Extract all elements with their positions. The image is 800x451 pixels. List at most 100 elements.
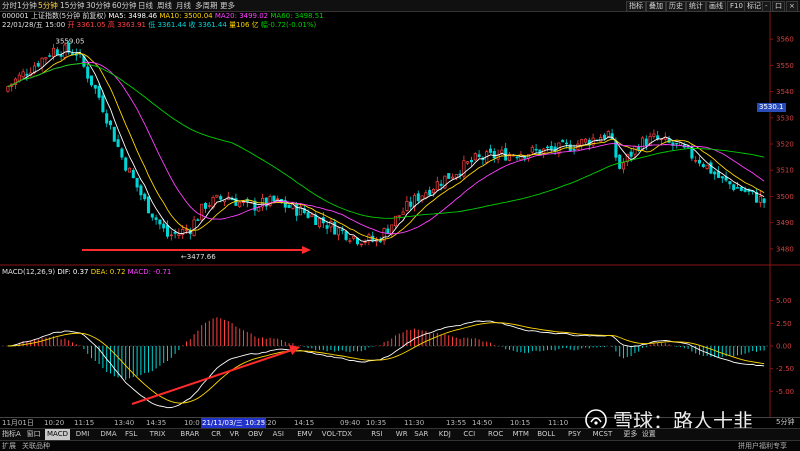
indicator-tab-2[interactable]: MACD bbox=[45, 429, 70, 440]
candle-body bbox=[352, 235, 356, 239]
period-10-button[interactable]: 更多 bbox=[220, 0, 235, 11]
indicator-tab-11[interactable]: ASI bbox=[273, 429, 284, 440]
period-1-button[interactable]: 1分钟 bbox=[17, 0, 37, 11]
indicator-tab-4[interactable]: DMA bbox=[100, 429, 116, 440]
period-6-button[interactable]: 日线 bbox=[138, 0, 153, 11]
indicator-tab-17[interactable]: KDJ bbox=[439, 429, 451, 440]
bar-datetime: 22/01/28/五 15:00 bbox=[2, 21, 66, 29]
indicator-tab-8[interactable]: CR bbox=[211, 429, 221, 440]
indicator-tab-20[interactable]: MTM bbox=[513, 429, 529, 440]
time-tick-label: 11:30 bbox=[404, 419, 425, 427]
candle-body bbox=[488, 148, 493, 153]
indicator-tab-21[interactable]: BOLL bbox=[537, 429, 555, 440]
price-tick-label: 3520 bbox=[776, 141, 794, 149]
candle-body bbox=[295, 203, 299, 216]
macd-dif: DIF: 0.37 bbox=[57, 268, 89, 276]
period-4-button[interactable]: 30分钟 bbox=[86, 0, 111, 11]
toolbar-right-button-8[interactable]: 口 bbox=[772, 1, 785, 12]
current-price-tag: 3530.1 bbox=[757, 103, 786, 112]
candle-body bbox=[580, 139, 584, 147]
toolbar-right-button-2[interactable]: 历史 bbox=[666, 1, 686, 12]
candle-body bbox=[762, 198, 766, 203]
toolbar-right-button-6[interactable]: 标记 bbox=[744, 1, 764, 12]
indicator-tab-18[interactable]: CCI bbox=[463, 429, 475, 440]
indicator-tab-13[interactable]: VOL-TDX bbox=[322, 429, 352, 440]
period-7-button[interactable]: 周线 bbox=[157, 0, 172, 11]
candle-body bbox=[621, 162, 626, 170]
candle-body bbox=[606, 131, 610, 137]
indicator-tab-7[interactable]: BRAR bbox=[180, 429, 199, 440]
indicator-tab-14[interactable]: RSI bbox=[371, 429, 382, 440]
candle-body bbox=[743, 189, 747, 192]
indicator-tab-15[interactable]: WR bbox=[396, 429, 408, 440]
candle-body bbox=[629, 151, 633, 157]
candle-body bbox=[219, 196, 223, 200]
macd-tick-label: 5.00 bbox=[776, 297, 792, 305]
indicator-tab-23[interactable]: MCST bbox=[593, 429, 613, 440]
macd-title[interactable]: MACD(12,26,9) bbox=[2, 268, 55, 276]
period-9-button[interactable]: 多周期 bbox=[195, 0, 218, 11]
candle-body bbox=[439, 183, 443, 186]
candle-body bbox=[21, 71, 25, 78]
candle-body bbox=[162, 223, 166, 229]
candle-body bbox=[314, 214, 318, 225]
candle-body bbox=[618, 154, 622, 169]
candle-body bbox=[633, 146, 637, 155]
indicator-tab-10[interactable]: OBV bbox=[248, 429, 263, 440]
price-tick-label: 3560 bbox=[776, 36, 794, 44]
indicator-tab-1[interactable]: 窗口 bbox=[27, 429, 41, 440]
indicator-tab-24[interactable]: 更多 bbox=[623, 429, 637, 440]
candle-body bbox=[428, 189, 432, 196]
candle-body bbox=[89, 75, 94, 86]
time-tick-label: 11:10 bbox=[548, 419, 569, 427]
candle-body bbox=[401, 211, 405, 215]
indicator-tab-25[interactable]: 设置 bbox=[642, 429, 656, 440]
toolbar-right-button-4[interactable]: 画线 bbox=[706, 1, 726, 12]
price-tick-label: 3480 bbox=[776, 245, 794, 253]
candle-body bbox=[59, 54, 63, 57]
period-5-button[interactable]: 60分钟 bbox=[112, 0, 137, 11]
indicator-tab-5[interactable]: FSL bbox=[125, 429, 137, 440]
kline-chart[interactable]: 3559.05 ←3477.66 3560 3550 3540 3530 3520 3510… bbox=[0, 0, 800, 417]
period-8-button[interactable]: 月线 bbox=[176, 0, 191, 11]
period-3-button[interactable]: 15分钟 bbox=[60, 0, 85, 11]
indicator-tab-3[interactable]: DMI bbox=[76, 429, 90, 440]
indicator-tab-19[interactable]: ROC bbox=[488, 429, 503, 440]
candle-body bbox=[203, 203, 208, 209]
candle-body bbox=[405, 200, 409, 211]
indicator-tab-6[interactable]: TRIX bbox=[150, 429, 166, 440]
bar-detail-line: 22/01/28/五 15:00 开 3361.05 高 3363.91 低 3… bbox=[2, 21, 316, 30]
toolbar-right-button-7[interactable]: - bbox=[762, 1, 771, 12]
candle-body bbox=[561, 140, 565, 143]
macd-value: MACD: -0.71 bbox=[127, 268, 172, 276]
indicator-tab-16[interactable]: SAR bbox=[414, 429, 428, 440]
candle-body bbox=[466, 161, 470, 164]
indicator-tab-0[interactable]: 指标A bbox=[2, 429, 21, 440]
indicator-tab-22[interactable]: PSY bbox=[568, 429, 581, 440]
toolbar-right-button-3[interactable]: 统计 bbox=[686, 1, 706, 12]
indicator-tab-12[interactable]: EMV bbox=[297, 429, 312, 440]
candle-body bbox=[697, 159, 702, 164]
candle-body bbox=[363, 241, 367, 244]
candle-body bbox=[127, 167, 132, 173]
candle-body bbox=[644, 138, 648, 147]
candle-body bbox=[519, 154, 523, 161]
candle-body bbox=[215, 194, 219, 198]
toolbar-right-button-0[interactable]: 指标 bbox=[626, 1, 646, 12]
time-tick-label: 11月01日 bbox=[2, 419, 34, 427]
price-tick-label: 3510 bbox=[776, 167, 794, 175]
period-0-button[interactable]: 分时 bbox=[2, 0, 17, 11]
status-bar: 扩展 关联品种 拼用户福利专享 bbox=[0, 440, 800, 451]
indicator-tab-9[interactable]: VR bbox=[230, 429, 240, 440]
time-tick-label: 14:35 bbox=[146, 419, 167, 427]
candle-body bbox=[336, 227, 341, 236]
candle-body bbox=[694, 160, 698, 162]
toolbar-right-button-1[interactable]: 叠加 bbox=[646, 1, 666, 12]
toolbar-right-button-9[interactable]: × bbox=[786, 1, 798, 12]
candle-body bbox=[146, 196, 151, 214]
ma20-value: MA20: 3499.02 bbox=[214, 12, 269, 20]
candle-body bbox=[549, 145, 553, 150]
candle-body bbox=[564, 142, 569, 145]
period-2-button[interactable]: 5分钟 bbox=[38, 0, 58, 11]
bar-low: 低 3361.44 bbox=[148, 21, 187, 29]
